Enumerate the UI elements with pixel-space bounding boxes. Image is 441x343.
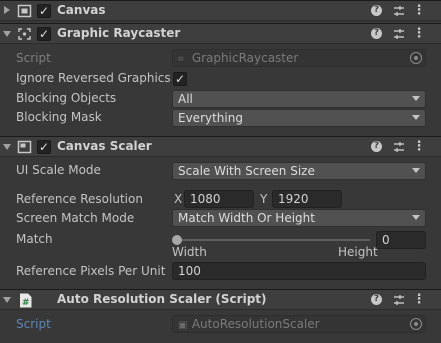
object-picker-icon[interactable]: [410, 318, 422, 330]
width-label: Width: [172, 245, 207, 259]
reference-resolution-label: Reference Resolution: [16, 192, 143, 206]
help-icon[interactable]: ?: [369, 292, 385, 308]
match-range-labels: Width Height: [0, 243, 441, 263]
ui-scale-mode-label: UI Scale Mode: [16, 163, 101, 177]
preset-icon[interactable]: [391, 3, 407, 19]
canvas-scaler-icon: [17, 140, 32, 154]
script-value: AutoResolutionScaler: [191, 317, 320, 331]
kebab-menu-icon[interactable]: ⋮: [411, 26, 427, 42]
x-label: X: [174, 192, 183, 206]
ui-scale-mode-value: Scale With Screen Size: [178, 164, 315, 178]
blocking-objects-dropdown[interactable]: All: [172, 90, 426, 108]
csharp-script-icon: #: [19, 293, 32, 308]
graphic-raycaster-header[interactable]: ✓ Graphic Raycaster ? ⋮: [0, 23, 441, 44]
blocking-mask-row: Blocking Mask Everything: [0, 108, 441, 128]
canvas-title: Canvas: [57, 3, 106, 17]
screen-match-mode-dropdown[interactable]: Match Width Or Height: [172, 209, 426, 227]
ref-pixels-field[interactable]: 100: [172, 262, 426, 280]
raycaster-title: Graphic Raycaster: [57, 26, 181, 40]
preset-icon[interactable]: [391, 139, 407, 155]
blocking-mask-label: Blocking Mask: [16, 110, 102, 124]
help-icon[interactable]: ?: [369, 26, 385, 42]
screen-match-mode-row: Screen Match Mode Match Width Or Height: [0, 209, 441, 229]
auto-resolution-scaler-title: Auto Resolution Scaler (Script): [57, 292, 267, 306]
reference-resolution-row: Reference Resolution X 1080 Y 1920: [0, 190, 441, 210]
kebab-menu-icon[interactable]: ⋮: [411, 292, 427, 308]
ignore-reversed-label: Ignore Reversed Graphics: [16, 71, 171, 85]
foldout-expanded-icon[interactable]: [3, 31, 11, 37]
raycaster-enabled-checkbox[interactable]: ✓: [37, 27, 51, 41]
raycaster-icon: [17, 27, 32, 41]
ui-scale-mode-dropdown[interactable]: Scale With Screen Size: [172, 162, 426, 180]
ref-pixels-row: Reference Pixels Per Unit 100: [0, 262, 441, 282]
canvas-component-header[interactable]: ✓ Canvas ? ⋮: [0, 0, 441, 21]
blocking-objects-value: All: [178, 92, 193, 106]
screen-match-mode-label: Screen Match Mode: [16, 211, 135, 225]
script-asset-icon: ▣: [178, 320, 188, 331]
height-label: Height: [338, 245, 378, 259]
reference-resolution-y-field[interactable]: 1920: [272, 190, 342, 208]
script-field[interactable]: ▣ AutoResolutionScaler: [172, 315, 426, 333]
canvas-scaler-enabled-checkbox[interactable]: ✓: [37, 140, 51, 154]
help-icon[interactable]: ?: [369, 3, 385, 19]
preset-icon[interactable]: [391, 26, 407, 42]
script-value: GraphicRaycaster: [191, 51, 299, 65]
foldout-expanded-icon[interactable]: [3, 297, 11, 303]
canvas-scaler-header[interactable]: ✓ Canvas Scaler ? ⋮: [0, 136, 441, 157]
match-slider-track[interactable]: [176, 239, 370, 241]
canvas-scaler-title: Canvas Scaler: [57, 139, 152, 153]
chevron-down-icon: [412, 115, 420, 120]
blocking-mask-dropdown[interactable]: Everything: [172, 109, 426, 127]
foldout-expanded-icon[interactable]: [3, 144, 11, 150]
kebab-menu-icon[interactable]: ⋮: [411, 139, 427, 155]
script-label: Script: [16, 51, 51, 65]
preset-icon[interactable]: [391, 292, 407, 308]
blocking-objects-label: Blocking Objects: [16, 91, 117, 105]
y-label: Y: [260, 192, 268, 206]
foldout-collapsed-icon[interactable]: [4, 6, 10, 14]
svg-text:#: #: [22, 298, 30, 308]
object-picker-icon[interactable]: [410, 52, 422, 64]
auto-resolution-script-row: Script ▣ AutoResolutionScaler: [0, 315, 441, 335]
script-asset-icon: ⌗: [178, 54, 184, 65]
ignore-reversed-checkbox[interactable]: ✓: [173, 72, 187, 86]
chevron-down-icon: [412, 168, 420, 173]
raycaster-script-row: Script ⌗ GraphicRaycaster: [0, 49, 441, 69]
canvas-icon: [17, 4, 32, 18]
chevron-down-icon: [412, 215, 420, 220]
help-icon[interactable]: ?: [369, 139, 385, 155]
script-label: Script: [16, 317, 51, 331]
ref-pixels-label: Reference Pixels Per Unit: [16, 264, 166, 278]
reference-resolution-x-field[interactable]: 1080: [184, 190, 254, 208]
auto-resolution-scaler-header[interactable]: # Auto Resolution Scaler (Script) ? ⋮: [0, 289, 441, 310]
kebab-menu-icon[interactable]: ⋮: [411, 3, 427, 19]
chevron-down-icon: [412, 96, 420, 101]
script-field[interactable]: ⌗ GraphicRaycaster: [172, 49, 426, 67]
blocking-objects-row: Blocking Objects All: [0, 89, 441, 109]
canvas-enabled-checkbox[interactable]: ✓: [37, 4, 51, 18]
ignore-reversed-row: Ignore Reversed Graphics ✓: [0, 69, 441, 89]
ui-scale-mode-row: UI Scale Mode Scale With Screen Size: [0, 161, 441, 181]
blocking-mask-value: Everything: [178, 111, 243, 125]
screen-match-mode-value: Match Width Or Height: [178, 211, 315, 225]
